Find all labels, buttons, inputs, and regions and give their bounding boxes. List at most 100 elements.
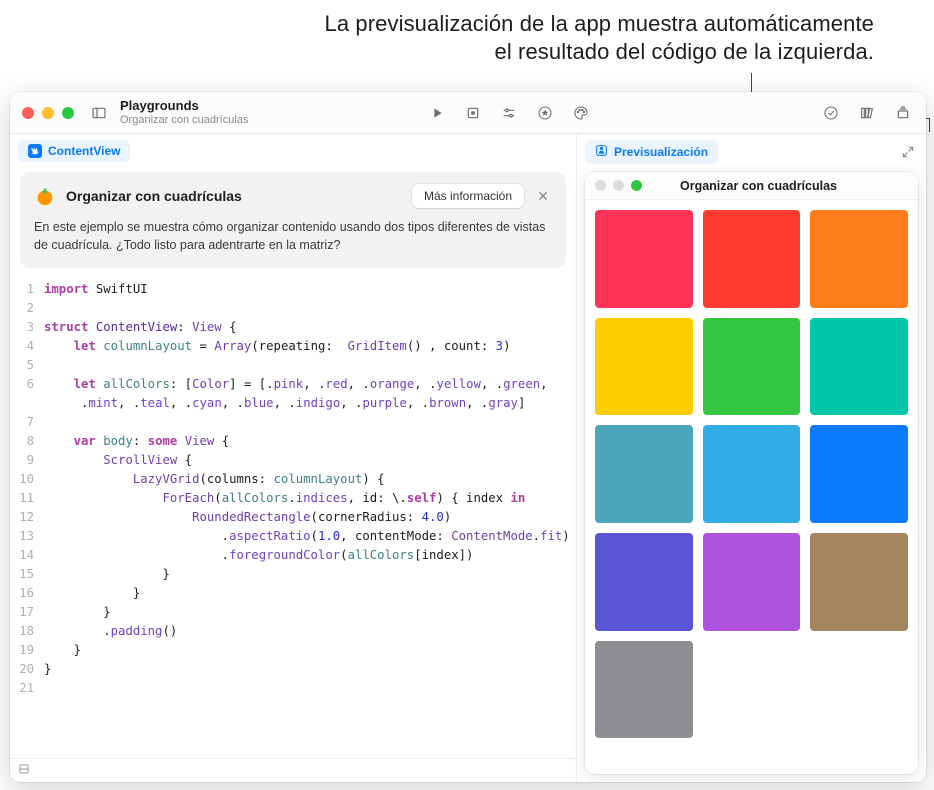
code-text[interactable]: .foregroundColor(allColors[index]) — [44, 546, 576, 565]
check-icon[interactable] — [820, 102, 842, 124]
code-line[interactable]: 9 ScrollView { — [10, 451, 576, 470]
star-icon[interactable] — [534, 102, 556, 124]
color-swatch[interactable] — [595, 318, 693, 416]
code-text[interactable]: ForEach(allColors.indices, id: \.self) {… — [44, 489, 576, 508]
code-editor[interactable]: 1import SwiftUI2 3struct ContentView: Vi… — [10, 276, 576, 758]
lesson-body: En este ejemplo se muestra cómo organiza… — [34, 218, 552, 254]
line-number: 19 — [10, 641, 44, 660]
code-line[interactable]: 20} — [10, 660, 576, 679]
code-line[interactable]: 19 } — [10, 641, 576, 660]
app-preview-icon — [595, 144, 608, 160]
code-line[interactable]: 17 } — [10, 603, 576, 622]
close-icon[interactable] — [22, 107, 34, 119]
stop-icon[interactable] — [462, 102, 484, 124]
toolbar-center — [366, 102, 592, 124]
code-line[interactable]: 4 let columnLayout = Array(repeating: Gr… — [10, 337, 576, 356]
code-text[interactable] — [44, 679, 576, 698]
code-line[interactable]: 12 RoundedRectangle(cornerRadius: 4.0) — [10, 508, 576, 527]
color-swatch[interactable] — [595, 425, 693, 523]
swift-icon — [28, 144, 42, 158]
line-number: 10 — [10, 470, 44, 489]
app-subtitle: Organizar con cuadrículas — [120, 114, 248, 126]
lesson-icon — [34, 185, 56, 207]
code-text[interactable]: var body: some View { — [44, 432, 576, 451]
code-line[interactable]: 16 } — [10, 584, 576, 603]
color-swatch[interactable] — [810, 318, 908, 416]
zoom-icon[interactable] — [62, 107, 74, 119]
code-text[interactable] — [44, 356, 576, 375]
color-swatch[interactable] — [810, 533, 908, 631]
code-text[interactable] — [44, 413, 576, 432]
code-text[interactable]: .padding() — [44, 622, 576, 641]
code-line[interactable]: 3struct ContentView: View { — [10, 318, 576, 337]
library-icon[interactable] — [856, 102, 878, 124]
close-icon[interactable]: ✕ — [534, 188, 552, 205]
code-text[interactable]: } — [44, 660, 576, 679]
code-text[interactable] — [44, 299, 576, 318]
line-number: 20 — [10, 660, 44, 679]
code-text[interactable]: import SwiftUI — [44, 280, 576, 299]
stack-icon[interactable] — [892, 102, 914, 124]
preview-tab[interactable]: Previsualización — [585, 140, 718, 164]
color-grid[interactable] — [585, 200, 918, 748]
code-line[interactable]: .mint, .teal, .cyan, .blue, .indigo, .pu… — [10, 394, 576, 413]
sim-zoom-icon[interactable] — [631, 180, 642, 191]
line-number: 4 — [10, 337, 44, 356]
line-number: 1 — [10, 280, 44, 299]
code-text[interactable]: RoundedRectangle(cornerRadius: 4.0) — [44, 508, 576, 527]
toolbar-right — [820, 102, 914, 124]
preview-pane: Previsualización Organizar con cuadrícul… — [577, 134, 926, 782]
code-line[interactable]: 11 ForEach(allColors.indices, id: \.self… — [10, 489, 576, 508]
code-text[interactable]: struct ContentView: View { — [44, 318, 576, 337]
palette-icon[interactable] — [570, 102, 592, 124]
color-swatch[interactable] — [595, 641, 693, 739]
caption-line: el resultado del código de la izquierda. — [495, 39, 874, 64]
code-text[interactable]: .mint, .teal, .cyan, .blue, .indigo, .pu… — [44, 394, 576, 413]
sim-close-icon[interactable] — [595, 180, 606, 191]
color-swatch[interactable] — [595, 210, 693, 308]
file-tab[interactable]: ContentView — [18, 140, 130, 162]
code-line[interactable]: 13 .aspectRatio(1.0, contentMode: Conten… — [10, 527, 576, 546]
code-text[interactable]: } — [44, 584, 576, 603]
code-line[interactable]: 5 — [10, 356, 576, 375]
line-number: 16 — [10, 584, 44, 603]
sim-minimize-icon[interactable] — [613, 180, 624, 191]
code-text[interactable]: .aspectRatio(1.0, contentMode: ContentMo… — [44, 527, 576, 546]
code-line[interactable]: 21 — [10, 679, 576, 698]
simulator-window: Organizar con cuadrículas — [585, 172, 918, 774]
code-text[interactable]: LazyVGrid(columns: columnLayout) { — [44, 470, 576, 489]
run-icon[interactable] — [426, 102, 448, 124]
code-text[interactable]: } — [44, 641, 576, 660]
code-text[interactable]: ScrollView { — [44, 451, 576, 470]
code-text[interactable]: let allColors: [Color] = [.pink, .red, .… — [44, 375, 576, 394]
code-line[interactable]: 15 } — [10, 565, 576, 584]
code-text[interactable]: } — [44, 565, 576, 584]
code-line[interactable]: 18 .padding() — [10, 622, 576, 641]
expand-icon[interactable] — [898, 142, 918, 162]
code-line[interactable]: 14 .foregroundColor(allColors[index]) — [10, 546, 576, 565]
window-controls — [22, 107, 74, 119]
line-number: 11 — [10, 489, 44, 508]
code-line[interactable]: 1import SwiftUI — [10, 280, 576, 299]
more-info-button[interactable]: Más información — [412, 184, 524, 208]
code-pane: ContentView Organizar con cuadrículas Má… — [10, 134, 577, 782]
color-swatch[interactable] — [703, 318, 801, 416]
minimize-icon[interactable] — [42, 107, 54, 119]
color-swatch[interactable] — [703, 210, 801, 308]
sidebar-toggle-icon[interactable] — [88, 102, 110, 124]
sliders-icon[interactable] — [498, 102, 520, 124]
color-swatch[interactable] — [703, 425, 801, 523]
color-swatch[interactable] — [595, 533, 693, 631]
code-line[interactable]: 6 let allColors: [Color] = [.pink, .red,… — [10, 375, 576, 394]
code-text[interactable]: } — [44, 603, 576, 622]
code-line[interactable]: 7 — [10, 413, 576, 432]
color-swatch[interactable] — [810, 425, 908, 523]
color-swatch[interactable] — [703, 533, 801, 631]
line-number: 13 — [10, 527, 44, 546]
footer-icon[interactable] — [18, 766, 30, 778]
code-line[interactable]: 8 var body: some View { — [10, 432, 576, 451]
code-text[interactable]: let columnLayout = Array(repeating: Grid… — [44, 337, 576, 356]
code-line[interactable]: 10 LazyVGrid(columns: columnLayout) { — [10, 470, 576, 489]
color-swatch[interactable] — [810, 210, 908, 308]
code-line[interactable]: 2 — [10, 299, 576, 318]
